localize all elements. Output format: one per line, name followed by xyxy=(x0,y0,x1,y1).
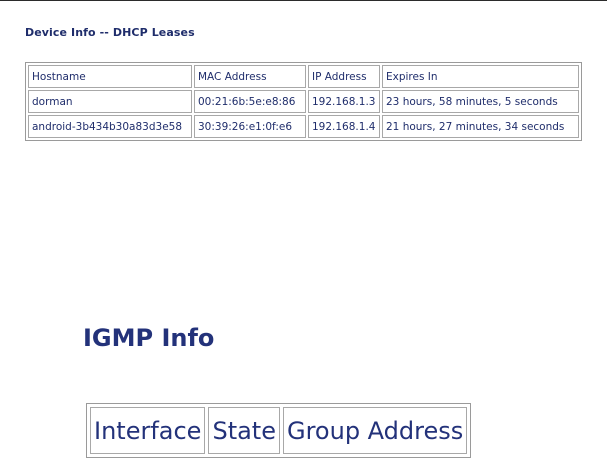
column-header-group-address: Group Address xyxy=(282,407,468,454)
column-header-state: State xyxy=(208,407,280,454)
column-header-hostname: Hostname xyxy=(28,65,192,88)
table-header-row: Interface State Group Address xyxy=(90,407,468,454)
column-header-interface: Interface xyxy=(90,407,206,454)
igmp-info-table: Interface State Group Address xyxy=(86,403,472,458)
cell-mac-address: 30:39:26:e1:0f:e6 xyxy=(194,115,306,138)
cell-expires-in: 23 hours, 58 minutes, 5 seconds xyxy=(382,90,579,113)
column-header-expires-in: Expires In xyxy=(382,65,579,88)
table-row: android-3b434b30a83d3e58 30:39:26:e1:0f:… xyxy=(28,115,579,138)
top-divider xyxy=(0,0,607,1)
cell-mac-address: 00:21:6b:5e:e8:86 xyxy=(194,90,306,113)
column-header-ip-address: IP Address xyxy=(308,65,380,88)
cell-hostname: android-3b434b30a83d3e58 xyxy=(28,115,192,138)
cell-expires-in: 21 hours, 27 minutes, 34 seconds xyxy=(382,115,579,138)
cell-ip-address: 192.168.1.4 xyxy=(308,115,380,138)
column-header-mac-address: MAC Address xyxy=(194,65,306,88)
table-row: dorman 00:21:6b:5e:e8:86 192.168.1.3 23 … xyxy=(28,90,579,113)
cell-ip-address: 192.168.1.3 xyxy=(308,90,380,113)
table-header-row: Hostname MAC Address IP Address Expires … xyxy=(28,65,579,88)
dhcp-leases-title: Device Info -- DHCP Leases xyxy=(25,26,195,39)
dhcp-leases-table: Hostname MAC Address IP Address Expires … xyxy=(25,62,582,141)
cell-hostname: dorman xyxy=(28,90,192,113)
igmp-info-title: IGMP Info xyxy=(83,324,215,352)
